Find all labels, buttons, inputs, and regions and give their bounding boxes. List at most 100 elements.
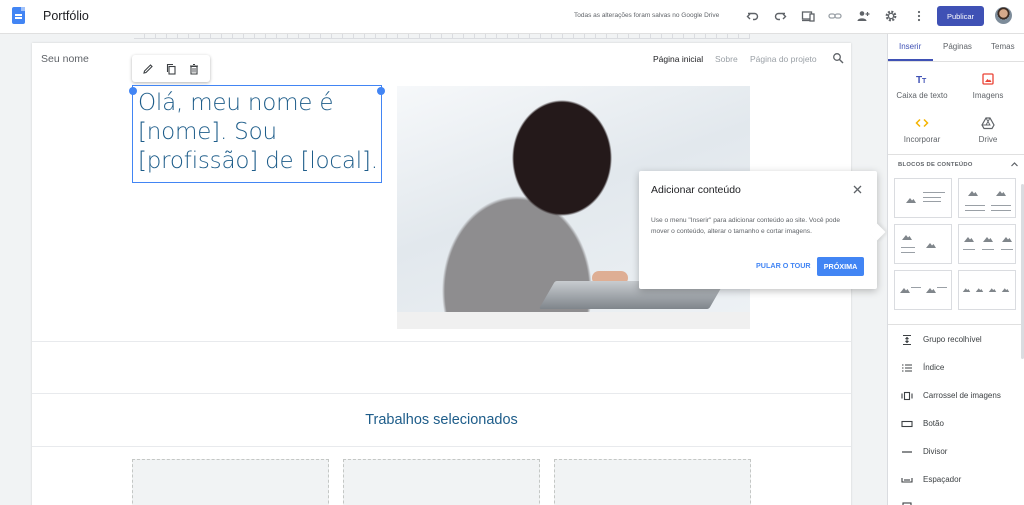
section-title[interactable]: Trabalhos selecionados bbox=[32, 412, 851, 428]
preview-devices-icon[interactable] bbox=[801, 9, 815, 23]
insert-panel: Inserir Páginas Temas TT Caixa de texto … bbox=[887, 34, 1024, 505]
hero-heading[interactable]: Olá, meu nome é [nome]. Sou [profissão] … bbox=[138, 89, 383, 176]
more-vert-icon[interactable] bbox=[912, 9, 926, 23]
image-placeholder-icon bbox=[988, 288, 997, 292]
tool-label: Imagens bbox=[972, 91, 1004, 100]
image-placeholder-icon bbox=[906, 198, 916, 203]
button-icon bbox=[901, 420, 913, 428]
image-placeholder-icon bbox=[983, 237, 993, 242]
image-placeholder[interactable] bbox=[554, 459, 751, 505]
content-block-layout[interactable] bbox=[894, 270, 952, 310]
image-placeholder-icon bbox=[1001, 288, 1010, 292]
section-divider bbox=[32, 341, 851, 342]
nav-home[interactable]: Página inicial bbox=[653, 54, 703, 64]
undo-icon[interactable] bbox=[746, 9, 760, 23]
content-block-layout[interactable] bbox=[958, 270, 1016, 310]
component-label: Índice bbox=[923, 363, 945, 372]
image-placeholder-icon bbox=[900, 288, 910, 293]
insert-button[interactable]: Botão bbox=[901, 417, 1021, 431]
image-icon bbox=[982, 73, 994, 85]
chevron-up-icon[interactable] bbox=[1010, 160, 1019, 169]
content-block-layout[interactable] bbox=[958, 178, 1016, 218]
tab-pages[interactable]: Páginas bbox=[943, 42, 972, 51]
next-button[interactable]: PRÓXIMA bbox=[817, 257, 864, 276]
section-divider bbox=[32, 393, 851, 394]
settings-gear-icon[interactable] bbox=[884, 9, 898, 23]
tour-popup: Adicionar conteúdo Use o menu "Inserir" … bbox=[639, 171, 877, 289]
content-block-layout[interactable] bbox=[894, 178, 952, 218]
component-label: Grupo recolhível bbox=[923, 335, 982, 344]
component-label: Carrossel de imagens bbox=[923, 391, 1001, 400]
text-box-toolbar bbox=[132, 55, 210, 82]
image-placeholder-icon bbox=[926, 243, 936, 248]
toc-icon bbox=[902, 364, 912, 372]
panel-divider bbox=[888, 324, 1024, 325]
insert-embed[interactable]: Incorporar bbox=[888, 116, 956, 144]
publish-button[interactable]: Publicar bbox=[937, 6, 984, 26]
insert-drive[interactable]: Drive bbox=[954, 116, 1022, 144]
svg-text:T: T bbox=[922, 78, 927, 85]
content-blocks-label: BLOCOS DE CONTEÚDO bbox=[898, 162, 973, 168]
panel-divider bbox=[888, 154, 1024, 155]
insert-text-box[interactable]: TT Caixa de texto bbox=[888, 72, 956, 100]
collapsible-icon bbox=[903, 334, 911, 346]
insert-table-of-contents[interactable]: Índice bbox=[901, 361, 1021, 375]
account-avatar[interactable] bbox=[995, 7, 1012, 24]
image-placeholder-icon bbox=[996, 191, 1006, 196]
image-placeholder-icon bbox=[962, 288, 971, 292]
photo-desk bbox=[397, 312, 750, 329]
nav-project-page[interactable]: Página do projeto bbox=[750, 54, 817, 64]
image-placeholder-icon bbox=[926, 288, 936, 293]
ruler bbox=[134, 34, 750, 39]
skip-tour-button[interactable]: PULAR O TOUR bbox=[756, 261, 811, 270]
carousel-icon bbox=[901, 391, 913, 401]
search-icon[interactable] bbox=[832, 52, 844, 64]
resize-handle-left[interactable] bbox=[129, 87, 137, 95]
insert-more-component[interactable] bbox=[901, 500, 1021, 505]
spacer-icon bbox=[901, 478, 913, 483]
image-placeholder-icon bbox=[968, 191, 978, 196]
share-person-add-icon[interactable] bbox=[856, 9, 870, 23]
content-block-layout[interactable] bbox=[894, 224, 952, 264]
site-title[interactable]: Portfólio bbox=[43, 9, 89, 23]
tab-border bbox=[888, 61, 1024, 62]
tool-label: Incorporar bbox=[903, 135, 941, 144]
close-icon[interactable] bbox=[852, 184, 863, 195]
sites-logo-icon[interactable] bbox=[12, 7, 25, 24]
insert-collapsible-group[interactable]: Grupo recolhível bbox=[901, 333, 1021, 347]
text-box-icon: TT bbox=[916, 75, 927, 86]
edit-pencil-icon[interactable] bbox=[142, 63, 154, 75]
image-placeholder[interactable] bbox=[132, 459, 329, 505]
tool-label: Drive bbox=[978, 135, 998, 144]
save-status: Todas as alterações foram salvas no Goog… bbox=[574, 12, 720, 19]
site-name[interactable]: Seu nome bbox=[41, 53, 89, 65]
redo-icon[interactable] bbox=[773, 9, 787, 23]
heading-text-box[interactable]: Olá, meu nome é [nome]. Sou [profissão] … bbox=[132, 85, 382, 183]
insert-divider[interactable]: Divisor bbox=[901, 445, 1021, 459]
content-block-layout[interactable] bbox=[958, 224, 1016, 264]
component-icon bbox=[902, 502, 912, 505]
resize-handle-right[interactable] bbox=[377, 87, 385, 95]
drive-icon bbox=[981, 117, 995, 130]
image-placeholder[interactable] bbox=[343, 459, 540, 505]
image-placeholder-icon bbox=[902, 235, 912, 240]
tool-label: Caixa de texto bbox=[896, 91, 948, 100]
duplicate-icon[interactable] bbox=[165, 63, 177, 75]
delete-trash-icon[interactable] bbox=[188, 63, 200, 75]
component-label: Botão bbox=[923, 419, 944, 428]
insert-image-carousel[interactable]: Carrossel de imagens bbox=[901, 389, 1021, 403]
image-placeholder-icon bbox=[964, 237, 974, 242]
insert-spacer[interactable]: Espaçador bbox=[901, 473, 1021, 487]
tab-insert[interactable]: Inserir bbox=[899, 42, 921, 51]
image-placeholder-icon bbox=[1002, 237, 1012, 242]
component-label: Espaçador bbox=[923, 475, 962, 484]
nav-about[interactable]: Sobre bbox=[715, 54, 738, 64]
tour-body: Use o menu "Inserir" para adicionar cont… bbox=[651, 217, 841, 235]
component-label: Divisor bbox=[923, 447, 948, 456]
insert-images[interactable]: Imagens bbox=[954, 72, 1022, 100]
divider-icon bbox=[902, 451, 912, 453]
tab-themes[interactable]: Temas bbox=[991, 42, 1015, 51]
embed-icon bbox=[915, 118, 929, 128]
link-icon[interactable] bbox=[828, 9, 842, 23]
section-divider bbox=[32, 446, 851, 447]
